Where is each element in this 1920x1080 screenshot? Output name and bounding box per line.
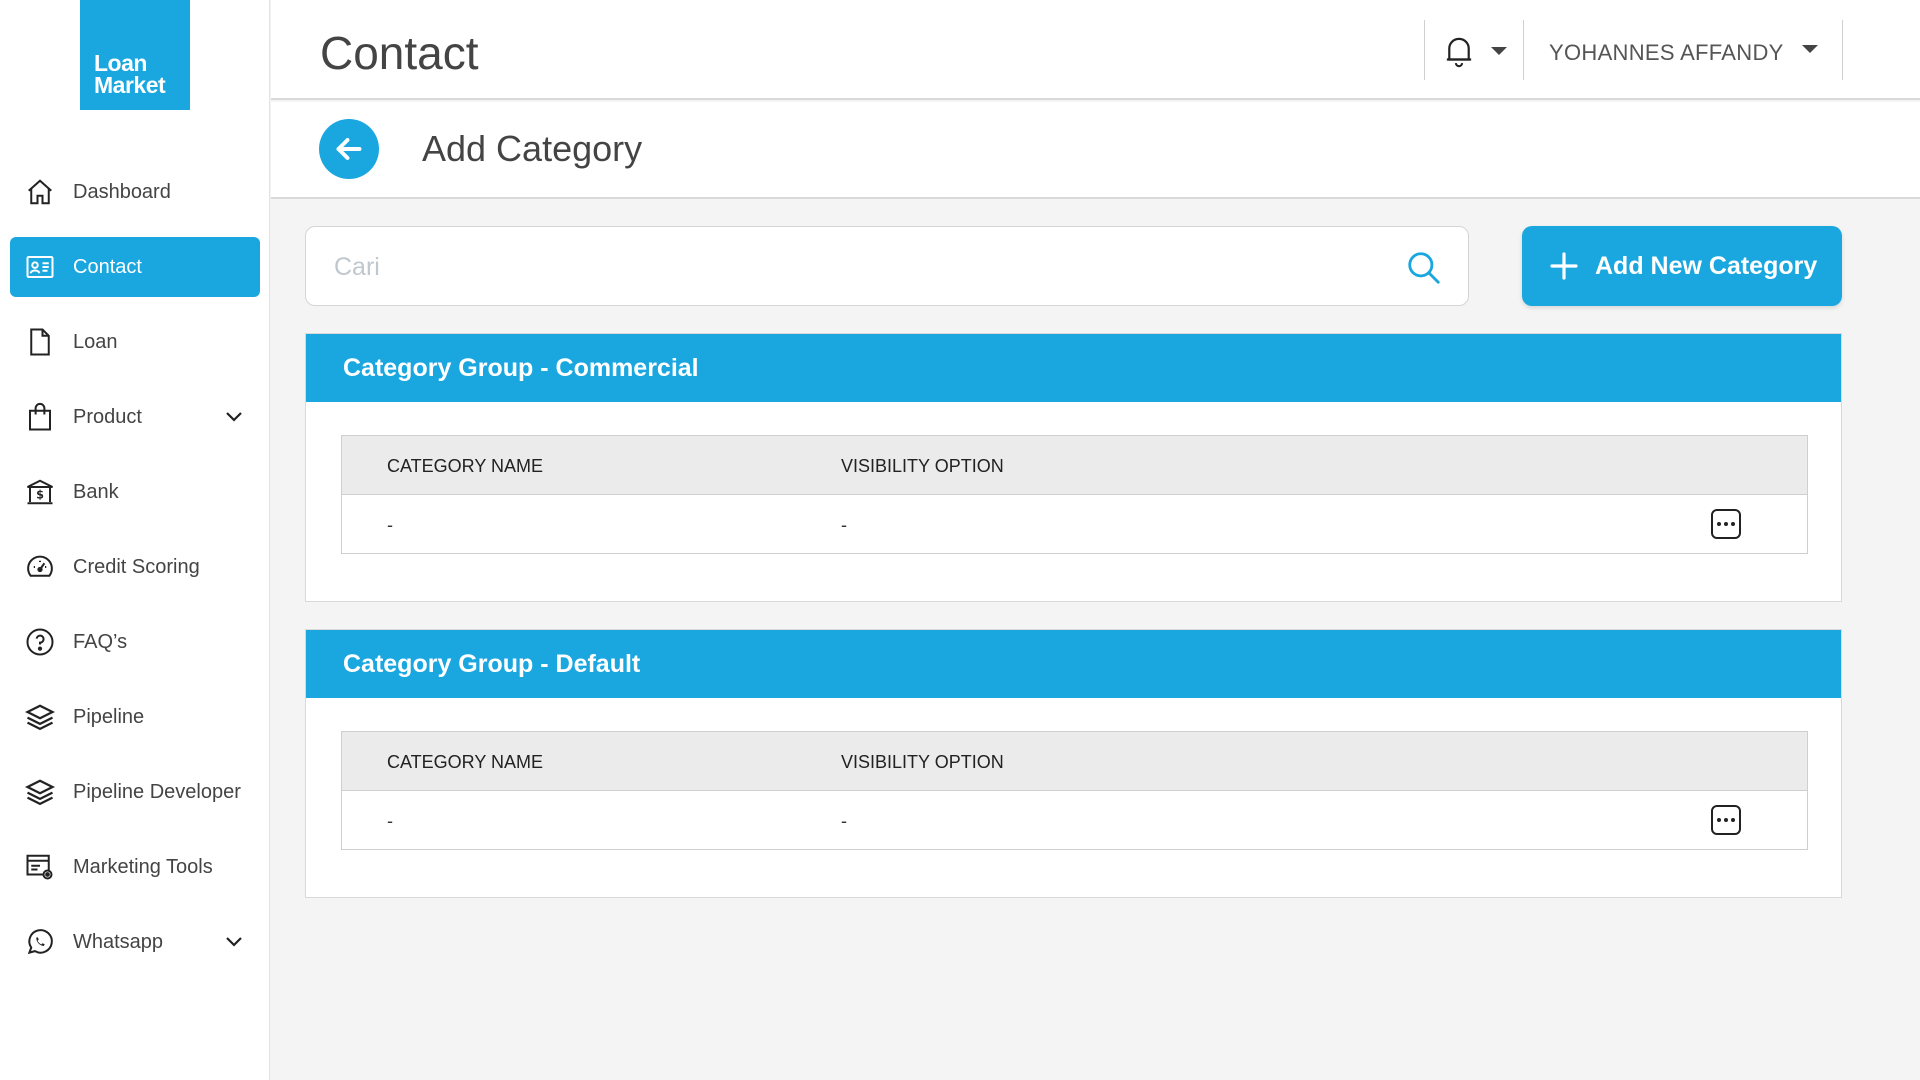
category-group-card: Category Group - Default CATEGORY NAME V… bbox=[305, 629, 1842, 898]
category-table: CATEGORY NAME VISIBILITY OPTION - - bbox=[341, 435, 1808, 554]
sidebar-item-pipeline[interactable]: Pipeline bbox=[10, 687, 260, 747]
sidebar-item-label: Marketing Tools bbox=[73, 855, 213, 878]
layers-icon bbox=[24, 776, 56, 808]
arrow-left-icon bbox=[336, 138, 362, 160]
table-row: - - bbox=[342, 791, 1807, 849]
contact-card-icon bbox=[24, 251, 56, 283]
shopping-bag-icon bbox=[24, 401, 56, 433]
table-header: CATEGORY NAME VISIBILITY OPTION bbox=[342, 732, 1807, 791]
cell-visibility-option: - bbox=[841, 811, 847, 831]
more-options-button[interactable] bbox=[1711, 805, 1741, 835]
sidebar-item-label: Pipeline Developer bbox=[73, 780, 241, 803]
sidebar-item-label: Dashboard bbox=[73, 180, 171, 203]
column-header-category-name: CATEGORY NAME bbox=[387, 752, 544, 772]
home-icon bbox=[24, 176, 56, 208]
search-icon[interactable] bbox=[1405, 249, 1443, 287]
svg-text:$: $ bbox=[36, 488, 44, 501]
sidebar-item-credit-scoring[interactable]: Credit Scoring bbox=[10, 537, 260, 597]
more-options-button[interactable] bbox=[1711, 509, 1741, 539]
section-title: Add Category bbox=[422, 128, 643, 169]
sidebar-item-marketing-tools[interactable]: Marketing Tools bbox=[10, 837, 260, 897]
header-divider bbox=[1842, 20, 1843, 80]
column-header-visibility-option: VISIBILITY OPTION bbox=[841, 752, 1004, 772]
logo-line2: Market bbox=[94, 72, 166, 98]
sidebar-item-label: Product bbox=[73, 405, 142, 428]
header-divider bbox=[1523, 20, 1524, 80]
notifications-dropdown-caret[interactable] bbox=[1491, 47, 1507, 55]
sidebar-item-label: Bank bbox=[73, 480, 119, 503]
category-group-title: Category Group - Commercial bbox=[306, 334, 1841, 402]
sidebar-item-dashboard[interactable]: Dashboard bbox=[10, 162, 260, 222]
search-input[interactable] bbox=[334, 249, 1334, 285]
question-circle-icon bbox=[24, 626, 56, 658]
sidebar-item-product[interactable]: Product bbox=[10, 387, 260, 447]
chevron-down-icon[interactable] bbox=[222, 930, 246, 954]
sub-header: Add Category bbox=[271, 102, 1920, 199]
back-button[interactable] bbox=[319, 119, 379, 179]
sidebar-item-pipeline-developer[interactable]: Pipeline Developer bbox=[10, 762, 260, 822]
cell-visibility-option: - bbox=[841, 515, 847, 535]
plus-icon bbox=[1550, 252, 1578, 280]
sidebar: Loan Market Dashboard Contact Loan Produ… bbox=[0, 0, 270, 1080]
marketing-settings-icon bbox=[24, 851, 56, 883]
sidebar-item-label: Credit Scoring bbox=[73, 555, 200, 578]
sidebar-item-label: Loan bbox=[73, 330, 118, 353]
sidebar-item-label: FAQ’s bbox=[73, 630, 128, 653]
user-menu-name[interactable]: YOHANNES AFFANDY bbox=[1549, 40, 1784, 66]
bell-icon[interactable] bbox=[1444, 34, 1474, 68]
table-header: CATEGORY NAME VISIBILITY OPTION bbox=[342, 436, 1807, 495]
category-group-card: Category Group - Commercial CATEGORY NAM… bbox=[305, 333, 1842, 602]
speedometer-icon bbox=[24, 551, 56, 583]
column-header-category-name: CATEGORY NAME bbox=[387, 456, 544, 476]
sidebar-item-bank[interactable]: $ Bank bbox=[10, 462, 260, 522]
sidebar-item-contact[interactable]: Contact bbox=[10, 237, 260, 297]
sidebar-item-label: Pipeline bbox=[73, 705, 145, 728]
bank-icon: $ bbox=[24, 476, 56, 508]
add-new-category-label: Add New Category bbox=[1595, 251, 1818, 280]
cell-category-name: - bbox=[387, 811, 393, 831]
top-header: Contact YOHANNES AFFANDY bbox=[271, 0, 1920, 100]
header-divider bbox=[1424, 20, 1425, 80]
sidebar-item-label: Whatsapp bbox=[73, 930, 164, 953]
sidebar-item-faqs[interactable]: FAQ’s bbox=[10, 612, 260, 672]
document-icon bbox=[24, 326, 56, 358]
sidebar-item-label: Contact bbox=[73, 255, 142, 278]
whatsapp-icon bbox=[24, 926, 56, 958]
sidebar-nav: Dashboard Contact Loan Product $ Bank Cr… bbox=[10, 162, 260, 987]
cell-category-name: - bbox=[387, 515, 393, 535]
category-table: CATEGORY NAME VISIBILITY OPTION - - bbox=[341, 731, 1808, 850]
loan-market-logo[interactable]: Loan Market bbox=[80, 0, 190, 110]
user-menu-caret[interactable] bbox=[1802, 45, 1818, 53]
category-group-title: Category Group - Default bbox=[306, 630, 1841, 698]
sidebar-item-whatsapp[interactable]: Whatsapp bbox=[10, 912, 260, 972]
page-title: Contact bbox=[320, 27, 479, 79]
column-header-visibility-option: VISIBILITY OPTION bbox=[841, 456, 1004, 476]
add-new-category-button[interactable]: Add New Category bbox=[1522, 226, 1842, 306]
chevron-down-icon[interactable] bbox=[222, 405, 246, 429]
search-box bbox=[305, 226, 1469, 306]
logo-line1: Loan bbox=[94, 50, 147, 76]
sidebar-item-loan[interactable]: Loan bbox=[10, 312, 260, 372]
layers-icon bbox=[24, 701, 56, 733]
table-row: - - bbox=[342, 495, 1807, 553]
